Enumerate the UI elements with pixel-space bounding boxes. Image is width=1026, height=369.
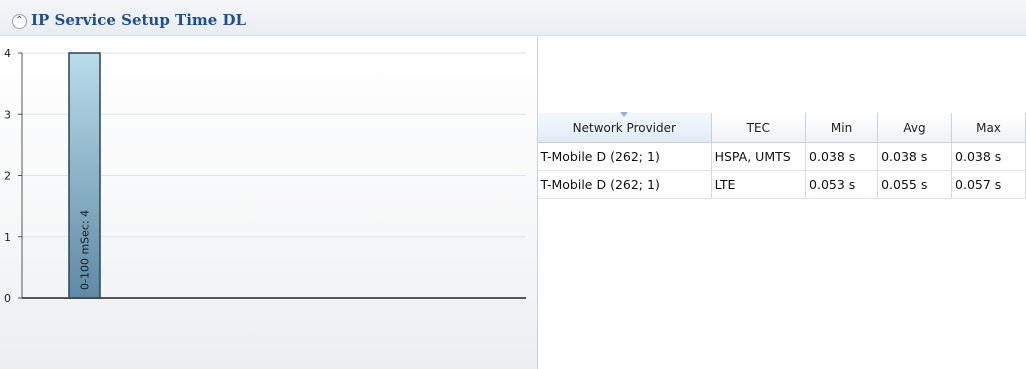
bar-data-label: 0-100 mSec: 4 — [79, 210, 92, 290]
cell-avg: 0.055 s — [877, 170, 953, 199]
double-chevron-up-icon[interactable]: ⌃ — [12, 14, 27, 29]
sort-descending-icon — [620, 112, 629, 117]
y-tick-label: 3 — [4, 108, 11, 121]
results-table-container: Network Provider TEC Min Avg Max T-Mobil… — [537, 112, 1026, 199]
cell-tec: LTE — [711, 170, 807, 199]
cell-network-provider: T-Mobile D (262; 1) — [537, 170, 712, 199]
cell-max: 0.038 s — [951, 142, 1026, 171]
column-header-tec[interactable]: TEC — [710, 113, 807, 143]
column-header-max[interactable]: Max — [951, 113, 1026, 143]
panel-divider — [537, 36, 538, 369]
column-header-avg[interactable]: Avg — [877, 113, 953, 143]
results-table: Network Provider TEC Min Avg Max T-Mobil… — [537, 112, 1026, 199]
column-header-network-provider[interactable]: Network Provider — [537, 112, 712, 143]
y-tick-label: 4 — [4, 47, 11, 60]
cell-max: 0.057 s — [951, 170, 1026, 199]
column-header-min[interactable]: Min — [805, 113, 879, 143]
panel-header: ⌃ IP Service Setup Time DL — [0, 0, 1026, 36]
table-header-row: Network Provider TEC Min Avg Max — [537, 112, 1026, 143]
y-tick-label: 1 — [4, 231, 11, 244]
cell-min: 0.038 s — [805, 142, 879, 171]
chart-panel: 0 1 2 3 4 0-100 mSec: 4 — [0, 36, 537, 369]
panel-title: IP Service Setup Time DL — [31, 11, 247, 29]
cell-tec: HSPA, UMTS — [711, 142, 807, 171]
cell-network-provider: T-Mobile D (262; 1) — [537, 142, 712, 171]
y-tick-label: 2 — [4, 170, 11, 183]
cell-min: 0.053 s — [805, 170, 879, 199]
table-row[interactable]: T-Mobile D (262; 1) HSPA, UMTS 0.038 s 0… — [537, 142, 1026, 171]
table-row[interactable]: T-Mobile D (262; 1) LTE 0.053 s 0.055 s … — [537, 170, 1026, 199]
cell-avg: 0.038 s — [877, 142, 953, 171]
y-tick-label: 0 — [4, 292, 11, 305]
bar-chart: 0 1 2 3 4 0-100 mSec: 4 — [4, 47, 526, 305]
